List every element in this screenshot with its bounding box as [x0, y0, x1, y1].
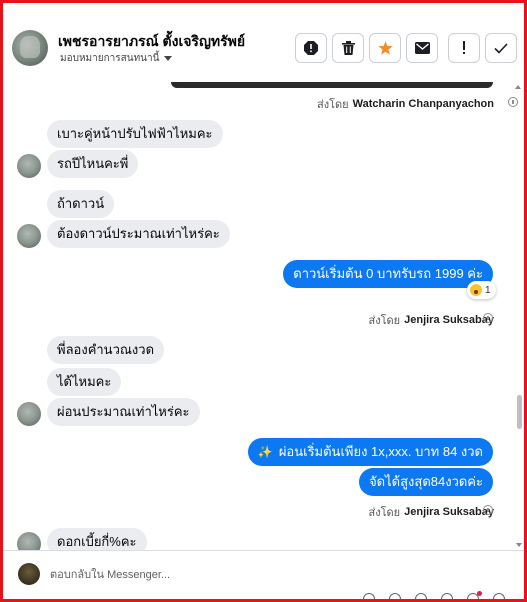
message-incoming: รถปีไหนคะพี่	[47, 150, 139, 178]
assign-label: มอบหมายการสนทนานี้	[60, 53, 160, 64]
scrollbar[interactable]	[515, 85, 523, 550]
sparkle-icon: ✨	[257, 445, 273, 459]
info-icon[interactable]	[483, 313, 493, 323]
page-avatar	[18, 563, 40, 585]
check-icon	[494, 42, 508, 54]
message-bubble[interactable]: ผ่อนประมาณเท่าไหร่คะ	[47, 398, 200, 426]
message-bubble[interactable]: พี่ลองคำนวณงวด	[47, 336, 165, 364]
reply-composer	[3, 550, 524, 602]
mark-done-button[interactable]	[485, 33, 517, 63]
info-icon[interactable]	[483, 505, 493, 515]
emoji-icon[interactable]	[363, 593, 375, 602]
star-icon	[377, 41, 393, 55]
alert-icon	[463, 41, 465, 54]
saved-reply-icon[interactable]	[415, 593, 427, 602]
message-outgoing: จัดได้สูงสุด84งวดค่ะ	[359, 468, 493, 496]
message-bubble[interactable]: จัดได้สูงสุด84งวดค่ะ	[359, 468, 493, 496]
action-toolbar	[295, 33, 517, 63]
message-bubble[interactable]: ถ้าดาวน์	[47, 190, 115, 218]
avatar[interactable]	[17, 402, 41, 426]
avatar[interactable]	[17, 532, 41, 550]
message-incoming: พี่ลองคำนวณงวด	[47, 336, 165, 364]
message-bubble[interactable]: รถปีไหนคะพี่	[47, 150, 139, 178]
delete-button[interactable]	[332, 33, 364, 63]
scrollbar-thumb[interactable]	[517, 395, 522, 429]
sender-name[interactable]: Jenjira Suksabay	[404, 314, 494, 326]
sent-by-label: ส่งโดย Jenjira Suksabay	[369, 311, 494, 329]
attachment-icon[interactable]	[389, 593, 401, 602]
sender-name[interactable]: Jenjira Suksabay	[404, 506, 494, 518]
reaction-badge[interactable]: 1	[467, 281, 496, 299]
email-button[interactable]	[406, 33, 438, 63]
avatar[interactable]	[12, 30, 48, 66]
message-incoming: ได้ไหมคะ	[47, 368, 122, 396]
sent-by-prefix: ส่งโดย	[368, 507, 401, 519]
follow-up-button[interactable]	[448, 33, 480, 63]
surprised-emoji-icon	[470, 284, 482, 296]
scroll-up-icon[interactable]	[515, 85, 521, 89]
message-bubble[interactable]: ได้ไหมคะ	[47, 368, 122, 396]
assign-conversation-dropdown[interactable]: มอบหมายการสนทนานี้	[60, 51, 173, 66]
trash-icon	[341, 41, 355, 55]
scroll-down-icon[interactable]	[516, 543, 522, 547]
message-incoming: ถ้าดาวน์	[47, 190, 115, 218]
message-outgoing: ดาวน์เริ่มต้น 0 บาทรับรถ 1999 ค่ะ	[283, 260, 493, 288]
avatar[interactable]	[17, 154, 41, 178]
mark-spam-button[interactable]	[295, 33, 327, 63]
like-icon[interactable]	[493, 593, 505, 602]
sent-by-label: ส่งโดย Jenjira Suksabay	[369, 503, 494, 521]
message-bubble[interactable]: เบาะคู่หน้าปรับไฟฟ้าไหมคะ	[47, 120, 223, 148]
reply-input[interactable]	[50, 565, 350, 585]
sent-by-label: ส่งโดย Watcharin Chanpanyachon	[317, 95, 494, 113]
notification-icon[interactable]	[467, 591, 482, 602]
sent-by-prefix: ส่งโดย	[368, 315, 401, 327]
message-incoming: ผ่อนประมาณเท่าไหร่คะ	[47, 398, 200, 426]
previous-attachment-edge	[171, 82, 493, 88]
mail-icon	[414, 42, 430, 54]
message-bubble[interactable]: ต้องดาวน์ประมาณเท่าไหร่คะ	[47, 220, 230, 248]
message-incoming: ต้องดาวน์ประมาณเท่าไหร่คะ	[47, 220, 230, 248]
conversation-header: เพชรอารยาภรณ์ ตั้งเจริญทรัพย์ มอบหมายการ…	[3, 3, 524, 88]
message-bubble[interactable]: ดาวน์เริ่มต้น 0 บาทรับรถ 1999 ค่ะ	[283, 260, 493, 288]
star-button[interactable]	[369, 33, 401, 63]
sent-by-prefix: ส่งโดย	[317, 99, 349, 111]
message-outgoing: ✨ ผ่อนเริ่มต้นเพียง 1x,xxx. บาท 84 งวด	[247, 438, 493, 466]
spam-icon	[304, 41, 318, 55]
message-bubble[interactable]: ดอกเบี้ยกี่%คะ	[47, 528, 147, 550]
message-incoming: ดอกเบี้ยกี่%คะ	[47, 528, 147, 550]
reaction-count: 1	[485, 284, 491, 296]
contact-name[interactable]: เพชรอารยาภรณ์ ตั้งเจริญทรัพย์	[58, 31, 245, 53]
gif-icon[interactable]	[441, 593, 453, 602]
message-thread[interactable]: ส่งโดย Watcharin Chanpanyachon เบาะคู่หน…	[3, 85, 524, 550]
message-incoming: เบาะคู่หน้าปรับไฟฟ้าไหมคะ	[47, 120, 223, 148]
avatar[interactable]	[17, 224, 41, 248]
message-bubble[interactable]: ✨ ผ่อนเริ่มต้นเพียง 1x,xxx. บาท 84 งวด	[247, 438, 493, 466]
message-text: ผ่อนเริ่มต้นเพียง 1x,xxx. บาท 84 งวด	[278, 444, 483, 459]
composer-tools	[363, 591, 505, 602]
sender-name[interactable]: Watcharin Chanpanyachon	[353, 98, 494, 110]
caret-down-icon	[164, 56, 173, 61]
